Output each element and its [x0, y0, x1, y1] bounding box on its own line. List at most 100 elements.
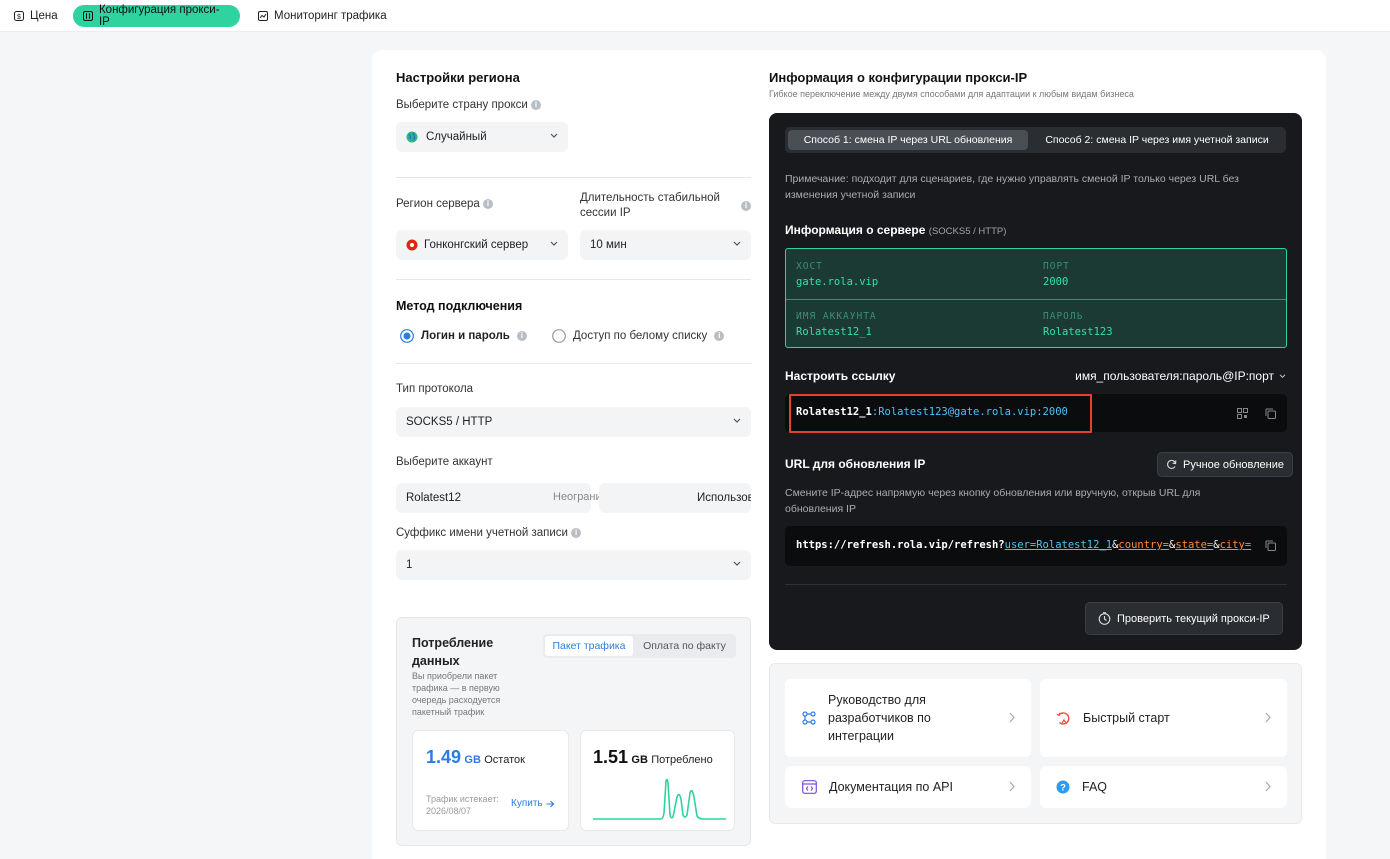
remaining-line: 1.49 GB Остаток	[426, 747, 525, 768]
protocol-select[interactable]: SOCKS5 / HTTP	[396, 407, 751, 437]
link-config-title: Настроить ссылку	[785, 369, 896, 383]
usage-sparkline	[593, 779, 726, 820]
link-faq[interactable]: ? FAQ	[1040, 766, 1287, 808]
radio-login-password[interactable]: Логин и пароль i	[400, 329, 527, 343]
remaining-card: 1.49 GB Остаток Трафик истекает: 2026/08…	[412, 730, 569, 831]
link-format-dropdown[interactable]: имя_пользователя:пароль@IP:порт	[1075, 369, 1286, 383]
used-line: 1.51 GB Потреблено	[593, 747, 713, 768]
refresh-url-text[interactable]: https://refresh.rola.vip/refresh?user=Ro…	[796, 539, 1256, 551]
consumption-description: Вы приобрели пакет трафика — в первую оч…	[412, 671, 501, 717]
tab-method-url[interactable]: Способ 1: смена IP через URL обновления	[788, 130, 1028, 150]
buy-label: Купить	[511, 798, 543, 809]
info-icon[interactable]: i	[483, 198, 494, 209]
divider	[396, 279, 751, 280]
server-region-select[interactable]: Гонконгский сервер	[396, 230, 568, 260]
consumption-panel: Потребление данных Пакет трафика Оплата …	[396, 617, 751, 846]
password-key: ПАРОЛЬ	[1043, 311, 1084, 322]
refresh-description: Смените IP-адрес напрямую через кнопку о…	[785, 487, 1201, 515]
link-quick-start[interactable]: Быстрый старт	[1040, 679, 1287, 757]
link-format-value: имя_пользователя:пароль@IP:порт	[1075, 369, 1274, 383]
consumption-title: Потребление данных	[412, 636, 494, 668]
info-icon[interactable]: i	[571, 527, 582, 538]
copy-icon[interactable]	[1265, 408, 1276, 419]
country-label: Выберите страну прокси i	[396, 99, 541, 111]
refresh-url-city-param: city=	[1219, 539, 1252, 551]
expiry-label: Трафик истекает:	[426, 794, 499, 804]
server-info-heading: Информация о сервере (SOCKS5 / HTTP)	[785, 223, 1006, 237]
chevron-down-icon	[733, 241, 741, 246]
port-value[interactable]: 2000	[1043, 276, 1068, 288]
link-api-docs[interactable]: Документация по API	[785, 766, 1031, 808]
chart-icon	[258, 11, 268, 21]
refresh-url-title: URL для обновления IP	[785, 457, 926, 471]
expiry-info: Трафик истекает: 2026/08/07	[426, 793, 499, 817]
password-value[interactable]: Rolatest123	[1043, 326, 1113, 338]
suffix-value: 1	[406, 559, 413, 571]
account-name-value[interactable]: Rolatest12_1	[796, 326, 872, 338]
highlight-box	[789, 394, 1092, 433]
radio-login-password-label: Логин и пароль	[421, 330, 510, 342]
info-icon[interactable]: i	[714, 331, 725, 341]
tab-method-account[interactable]: Способ 2: смена IP через имя учетной зап…	[1031, 130, 1283, 150]
faq-icon: ?	[1056, 780, 1070, 794]
check-proxy-button[interactable]: Проверить текущий прокси-IP	[1085, 602, 1283, 635]
tab-proxy-config[interactable]: Конфигурация прокси-IP	[73, 4, 240, 28]
port-key: ПОРТ	[1043, 261, 1070, 272]
api-doc-icon	[802, 780, 817, 794]
globe-icon	[406, 131, 418, 143]
suffix-select[interactable]: 1	[396, 550, 751, 580]
country-select[interactable]: Случайный	[396, 122, 568, 152]
divider	[786, 299, 1286, 300]
refresh-url-box: https://refresh.rola.vip/refresh?user=Ro…	[785, 526, 1287, 566]
tab-pay-as-you-go[interactable]: Оплата по факту	[635, 636, 734, 656]
manual-refresh-button[interactable]: Ручное обновление	[1157, 452, 1294, 477]
chevron-down-icon	[550, 241, 558, 246]
integration-icon	[802, 711, 816, 725]
radio-whitelist[interactable]: Доступ по белому списку i	[552, 329, 725, 343]
session-select[interactable]: 10 мин	[580, 230, 751, 260]
method-switch: Способ 1: смена IP через URL обновления …	[785, 127, 1286, 153]
chevron-right-icon	[1265, 712, 1271, 723]
suffix-label-text: Суффикс имени учетной записи	[396, 527, 568, 539]
protocol-label: Тип протокола	[396, 383, 474, 395]
account-used-label: Использовано	[697, 492, 751, 504]
svg-text:$: $	[17, 14, 21, 21]
chevron-down-icon	[1279, 373, 1286, 378]
protocol-value: SOCKS5 / HTTP	[406, 416, 493, 428]
quickstart-icon	[1056, 711, 1070, 725]
refresh-url-state-param: state=	[1175, 539, 1214, 551]
radio-unselected-icon	[552, 329, 566, 343]
proxy-config-panel: Способ 1: смена IP через URL обновления …	[769, 113, 1302, 650]
link-quick-start-label: Быстрый старт	[1083, 711, 1170, 725]
divider	[785, 584, 1287, 585]
info-icon[interactable]: i	[741, 201, 751, 211]
server-region-value: Гонконгский сервер	[424, 239, 529, 251]
account-label: Выберите аккаунт	[396, 456, 493, 468]
link-developer-guide[interactable]: Руководство для разработчиков по интегра…	[785, 679, 1031, 757]
info-icon[interactable]: i	[516, 331, 527, 341]
remaining-unit: GB	[464, 754, 481, 766]
server-region-label: Регион сервера i	[396, 198, 494, 210]
tab-traffic-package[interactable]: Пакет трафика	[545, 636, 633, 656]
tab-traffic-monitoring-label: Мониторинг трафика	[274, 10, 387, 22]
tab-price[interactable]: $ Цена	[4, 5, 68, 27]
method-note: Примечание: подходит для сценариев, где …	[785, 173, 1239, 201]
check-proxy-label: Проверить текущий прокси-IP	[1117, 612, 1270, 625]
country-label-text: Выберите страну прокси	[396, 99, 528, 111]
hong-kong-flag-icon	[406, 239, 418, 251]
consumption-tabs: Пакет трафика Оплата по факту	[543, 634, 736, 658]
server-protocol: (SOCKS5 / HTTP)	[928, 226, 1007, 237]
used-label: Потреблено	[651, 754, 713, 766]
tab-traffic-monitoring[interactable]: Мониторинг трафика	[248, 5, 397, 27]
info-icon[interactable]: i	[531, 99, 541, 110]
price-tag-icon: $	[14, 11, 24, 21]
host-key: ХОСТ	[796, 261, 823, 272]
copy-icon[interactable]	[1265, 540, 1276, 551]
buy-link[interactable]: Купить	[511, 798, 555, 809]
qr-code-icon[interactable]	[1237, 408, 1248, 419]
host-value[interactable]: gate.rola.vip	[796, 276, 878, 288]
used-unit: GB	[631, 754, 648, 766]
chevron-right-icon	[1009, 781, 1015, 792]
radio-whitelist-label: Доступ по белому списку	[573, 330, 708, 342]
top-navigation: $ Цена Конфигурация прокси-IP Мониторинг…	[0, 0, 1390, 32]
